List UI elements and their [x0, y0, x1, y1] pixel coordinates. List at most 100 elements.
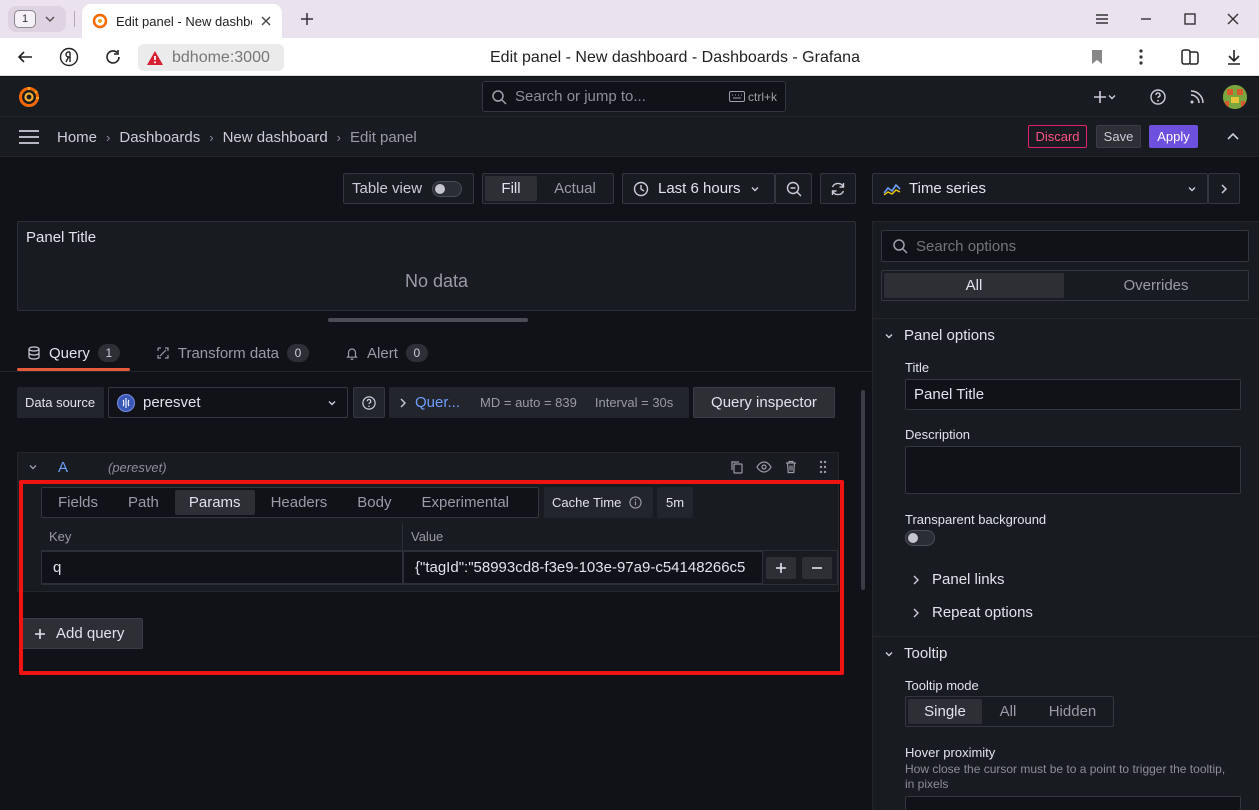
cache-time-value[interactable]: 5m	[657, 487, 693, 518]
transparent-switch[interactable]	[905, 530, 935, 546]
query-ref-id[interactable]: A	[58, 459, 108, 476]
browser-tab-active[interactable]: Edit panel - New dashboard - Dashboards …	[82, 4, 282, 38]
description-input[interactable]	[905, 446, 1241, 494]
datasource-help-button[interactable]	[353, 387, 385, 418]
visualization-picker[interactable]: Time series	[872, 173, 1208, 204]
downloads-button[interactable]	[1223, 46, 1245, 68]
options-search-input[interactable]	[916, 237, 1248, 255]
subtab-body[interactable]: Body	[343, 490, 405, 515]
subtab-fields[interactable]: Fields	[44, 490, 112, 515]
subtab-path[interactable]: Path	[114, 490, 173, 515]
tab-alert-count: 0	[405, 344, 428, 362]
url-pill[interactable]: bdhome:3000	[138, 44, 284, 71]
filter-overrides[interactable]: Overrides	[1066, 273, 1246, 298]
shortcut-hint: ctrl+k	[728, 90, 777, 104]
param-value-input[interactable]	[403, 551, 763, 584]
new-tab-button[interactable]	[294, 7, 320, 31]
browser-menu-button[interactable]	[1091, 8, 1113, 30]
apply-button[interactable]: Apply	[1149, 125, 1198, 148]
hover-proximity-input[interactable]	[905, 796, 1241, 810]
more-button[interactable]	[1130, 46, 1152, 68]
new-menu-button[interactable]	[1088, 86, 1122, 108]
tab-query[interactable]: Query 1	[17, 337, 130, 371]
back-button[interactable]	[14, 46, 36, 68]
tooltip-mode-all[interactable]: All	[984, 699, 1032, 724]
bookmark-button[interactable]	[1086, 46, 1108, 68]
options-pane-toggle[interactable]	[1208, 173, 1240, 204]
news-button[interactable]	[1185, 86, 1209, 108]
copy-icon[interactable]	[730, 460, 744, 474]
chevron-down-icon	[327, 398, 337, 408]
query-row-header: A (peresvet)	[17, 452, 839, 482]
breadcrumb-new-dashboard[interactable]: New dashboard	[223, 129, 328, 146]
eye-icon[interactable]	[756, 460, 772, 474]
param-key-input[interactable]	[41, 551, 403, 584]
save-button[interactable]: Save	[1096, 125, 1141, 148]
tab-transform[interactable]: Transform data 0	[146, 337, 319, 369]
tooltip-mode-single[interactable]: Single	[908, 699, 982, 724]
breadcrumb-dashboards[interactable]: Dashboards	[119, 129, 200, 146]
tab-query-count: 1	[97, 344, 120, 362]
title-field-label: Title	[905, 360, 930, 375]
query-options-link[interactable]: Quer...	[415, 394, 460, 411]
zoom-out-button[interactable]	[775, 173, 812, 204]
table-view-switch[interactable]	[432, 180, 463, 197]
table-view-toggle[interactable]: Table view	[343, 173, 474, 204]
tab-count-button[interactable]: 1	[8, 6, 66, 32]
grafana-favicon-icon	[92, 13, 108, 29]
add-param-button[interactable]	[766, 557, 796, 579]
collapse-row-icon[interactable]	[28, 462, 38, 472]
minimize-button[interactable]	[1135, 8, 1157, 30]
collections-button[interactable]	[1179, 46, 1201, 68]
maximize-button[interactable]	[1179, 8, 1201, 30]
menu-toggle-button[interactable]	[18, 129, 40, 145]
actual-option[interactable]: Actual	[539, 176, 611, 201]
database-icon	[27, 346, 41, 360]
panel-options-header[interactable]: Panel options	[884, 327, 995, 344]
tab-separator	[74, 11, 75, 27]
filter-all[interactable]: All	[884, 273, 1064, 298]
tooltip-header[interactable]: Tooltip	[884, 645, 947, 662]
reload-button[interactable]	[102, 46, 124, 68]
query-options[interactable]: Quer... MD = auto = 839 Interval = 30s	[389, 387, 689, 418]
options-search[interactable]	[881, 230, 1249, 262]
fill-option[interactable]: Fill	[485, 176, 537, 201]
global-search[interactable]: Search or jump to... ctrl+k	[482, 81, 786, 112]
close-icon[interactable]	[260, 15, 272, 27]
remove-param-button[interactable]	[802, 557, 832, 579]
tab-alert[interactable]: Alert 0	[335, 337, 438, 369]
time-series-icon	[883, 182, 901, 196]
subtab-experimental[interactable]: Experimental	[407, 490, 523, 515]
editor-tabs: Query 1 Transform data 0 Alert 0	[17, 337, 438, 371]
window-close-button[interactable]	[1222, 8, 1244, 30]
subtab-headers[interactable]: Headers	[257, 490, 342, 515]
collapse-button[interactable]	[1226, 131, 1240, 143]
resize-handle[interactable]	[328, 318, 528, 322]
subtab-params[interactable]: Params	[174, 490, 255, 515]
tooltip-mode-hidden[interactable]: Hidden	[1034, 699, 1111, 724]
tab-query-label: Query	[49, 344, 90, 362]
add-query-button[interactable]: Add query	[19, 618, 143, 649]
yandex-button[interactable]	[58, 46, 80, 68]
avatar[interactable]	[1223, 85, 1247, 109]
repeat-options-header[interactable]: Repeat options	[912, 604, 1033, 621]
info-icon[interactable]	[629, 496, 643, 509]
query-inspector-button[interactable]: Query inspector	[693, 387, 835, 418]
title-input[interactable]	[905, 379, 1241, 410]
options-filter: All Overrides	[881, 270, 1249, 301]
tab-transform-label: Transform data	[177, 344, 280, 362]
no-data-message: No data	[404, 271, 469, 291]
query-scrollbar[interactable]	[861, 390, 865, 590]
panel-links-header[interactable]: Panel links	[912, 571, 1005, 588]
breadcrumb-home[interactable]: Home	[57, 129, 97, 146]
datasource-picker[interactable]: peresvet	[108, 387, 348, 418]
trash-icon[interactable]	[784, 460, 798, 474]
refresh-button[interactable]	[820, 173, 856, 204]
time-range-picker[interactable]: Last 6 hours	[622, 173, 775, 204]
help-button[interactable]	[1146, 86, 1170, 108]
chevron-down-icon	[884, 331, 894, 341]
drag-handle-icon[interactable]	[818, 460, 828, 474]
grafana-logo-icon[interactable]	[17, 85, 41, 109]
chevron-down-icon	[1107, 92, 1117, 102]
discard-button[interactable]: Discard	[1028, 125, 1087, 148]
